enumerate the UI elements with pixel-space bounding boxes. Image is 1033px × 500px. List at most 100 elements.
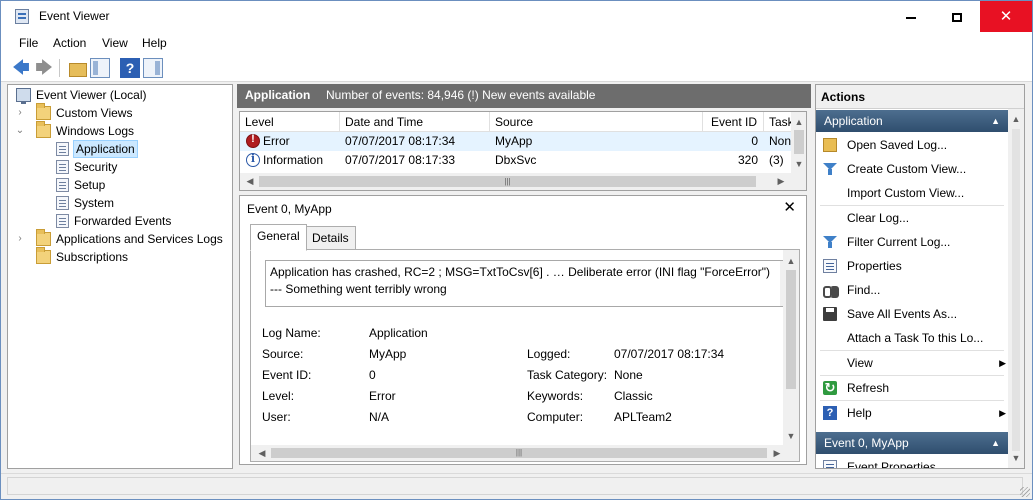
chevron-down-icon[interactable]: ⌄ xyxy=(15,122,25,140)
action-open-saved-log[interactable]: Open Saved Log... xyxy=(816,134,1008,156)
action-refresh[interactable]: Refresh xyxy=(816,377,1008,399)
action-event-properties[interactable]: Event Properties xyxy=(816,456,1008,468)
scroll-up-icon[interactable]: ▲ xyxy=(783,253,799,269)
log-icon xyxy=(56,160,69,174)
menu-action[interactable]: Action xyxy=(53,36,86,50)
tree-item-setup[interactable]: Setup xyxy=(12,176,227,194)
show-hide-tree-icon[interactable] xyxy=(90,58,110,78)
scroll-left-icon[interactable]: ◀ xyxy=(254,445,270,461)
value-keywords[interactable]: Classic xyxy=(614,389,653,403)
table-row[interactable]: Error 07/07/2017 08:17:34 MyApp 0 Non xyxy=(240,132,791,151)
scroll-up-icon[interactable]: ▲ xyxy=(791,114,806,130)
value-level[interactable]: Error xyxy=(369,389,396,403)
column-header-level[interactable]: Level xyxy=(240,112,340,132)
tree-item-subscriptions[interactable]: Subscriptions xyxy=(12,247,227,266)
cell-level: Error xyxy=(263,134,290,148)
actions-pane: Actions Application ▲ Open Saved Log... … xyxy=(815,84,1025,469)
value-user[interactable]: N/A xyxy=(369,410,389,424)
action-create-custom-view[interactable]: Create Custom View... xyxy=(816,158,1008,180)
log-icon xyxy=(56,178,69,192)
forward-arrow-icon[interactable]: 🡆 xyxy=(34,58,54,78)
binoculars-icon xyxy=(823,283,837,298)
column-header-task[interactable]: Task xyxy=(764,112,791,132)
resize-grip-icon[interactable] xyxy=(1020,487,1030,497)
grid-vertical-scrollbar[interactable]: ▲ ▼ xyxy=(791,112,806,173)
panel-vertical-scrollbar[interactable]: ▲ ▼ xyxy=(783,250,799,445)
scroll-thumb[interactable] xyxy=(1012,129,1020,451)
label-logged: Logged: xyxy=(527,347,571,361)
tree-item-application[interactable]: Application xyxy=(12,140,227,158)
chevron-right-icon[interactable]: › xyxy=(15,230,25,248)
action-properties[interactable]: Properties xyxy=(816,255,1008,277)
label-computer: Computer: xyxy=(527,410,584,424)
scroll-right-icon[interactable]: ▶ xyxy=(773,173,789,189)
scroll-thumb[interactable]: ||| xyxy=(271,448,767,458)
value-computer[interactable]: APLTeam2 xyxy=(614,410,672,424)
filter-icon xyxy=(823,162,837,176)
collapse-up-icon[interactable]: ▲ xyxy=(991,432,1000,454)
tree-item-custom-views[interactable]: › Custom Views xyxy=(12,103,227,122)
action-find[interactable]: Find... xyxy=(816,279,1008,301)
value-log-name[interactable]: Application xyxy=(369,326,428,340)
event-message-box[interactable]: Application has crashed, RC=2 ; MSG=TxtT… xyxy=(265,260,797,307)
tree-item-forwarded-events[interactable]: Forwarded Events xyxy=(12,212,227,230)
show-hide-action-pane-icon[interactable] xyxy=(143,58,163,78)
close-icon[interactable]: ✕ xyxy=(783,198,796,216)
action-filter-current-log[interactable]: Filter Current Log... xyxy=(816,231,1008,253)
minimize-button[interactable] xyxy=(888,1,934,32)
chevron-right-icon[interactable]: › xyxy=(15,104,25,122)
scroll-right-icon[interactable]: ▶ xyxy=(769,445,785,461)
scroll-thumb[interactable] xyxy=(794,130,804,154)
maximize-icon xyxy=(952,13,962,23)
column-header-source[interactable]: Source xyxy=(490,112,703,132)
panel-horizontal-scrollbar[interactable]: ◀ ||| ▶ xyxy=(251,445,799,461)
action-view[interactable]: View ▶ xyxy=(816,352,1008,374)
properties-icon xyxy=(823,460,837,468)
tab-general[interactable]: General xyxy=(250,224,307,251)
scroll-down-icon[interactable]: ▼ xyxy=(783,428,799,444)
value-source[interactable]: MyApp xyxy=(369,347,406,361)
tree-item-windows-logs[interactable]: ⌄ Windows Logs xyxy=(12,121,227,140)
scroll-up-icon[interactable]: ▲ xyxy=(1008,111,1024,127)
actions-separator xyxy=(820,400,1004,401)
action-help[interactable]: ? Help ▶ xyxy=(816,402,1008,424)
actions-section-event[interactable]: Event 0, MyApp ▲ xyxy=(816,432,1008,454)
scroll-thumb[interactable] xyxy=(786,270,796,389)
value-event-id[interactable]: 0 xyxy=(369,368,376,382)
action-attach-task[interactable]: Attach a Task To this Lo... xyxy=(816,327,1008,349)
column-header-event-id[interactable]: Event ID xyxy=(703,112,764,132)
action-save-all-events-as[interactable]: Save All Events As... xyxy=(816,303,1008,325)
action-clear-log[interactable]: Clear Log... xyxy=(816,207,1008,229)
back-arrow-icon[interactable]: 🡄 xyxy=(11,58,31,78)
title-bar: Event Viewer ✕ xyxy=(1,1,1032,32)
actions-scrollbar[interactable]: ▲ ▼ xyxy=(1008,109,1024,468)
label-user: User: xyxy=(262,410,291,424)
scroll-down-icon[interactable]: ▼ xyxy=(791,156,806,172)
action-import-custom-view[interactable]: Import Custom View... xyxy=(816,182,1008,204)
actions-section-application[interactable]: Application ▲ xyxy=(816,110,1008,132)
close-button[interactable]: ✕ xyxy=(980,1,1032,32)
table-row[interactable]: Information 07/07/2017 08:17:33 DbxSvc 3… xyxy=(240,151,791,170)
maximize-button[interactable] xyxy=(934,1,980,32)
status-bar xyxy=(1,473,1032,499)
collapse-up-icon[interactable]: ▲ xyxy=(991,110,1000,132)
tree-item-security[interactable]: Security xyxy=(12,158,227,176)
tree-item-applications-and-services-logs[interactable]: › Applications and Services Logs xyxy=(12,229,227,248)
tree-item-system[interactable]: System xyxy=(12,194,227,212)
value-logged[interactable]: 07/07/2017 08:17:34 xyxy=(614,347,724,361)
tree-item-event-viewer-local[interactable]: Event Viewer (Local) xyxy=(12,86,227,104)
menu-view[interactable]: View xyxy=(102,36,128,50)
help-icon[interactable]: ? xyxy=(120,58,140,78)
cell-event-id: 0 xyxy=(751,134,758,148)
scroll-down-icon[interactable]: ▼ xyxy=(1008,450,1024,466)
menu-help[interactable]: Help xyxy=(142,36,167,50)
menu-file[interactable]: File xyxy=(19,36,38,50)
up-folder-icon[interactable] xyxy=(67,58,87,78)
grid-horizontal-scrollbar[interactable]: ◀ ||| ▶ xyxy=(240,173,806,190)
actions-separator xyxy=(820,375,1004,376)
tab-details[interactable]: Details xyxy=(305,226,356,250)
scroll-left-icon[interactable]: ◀ xyxy=(242,173,258,189)
column-header-date-time[interactable]: Date and Time xyxy=(340,112,490,132)
value-task-category[interactable]: None xyxy=(614,368,643,382)
scroll-thumb[interactable]: ||| xyxy=(259,176,756,187)
